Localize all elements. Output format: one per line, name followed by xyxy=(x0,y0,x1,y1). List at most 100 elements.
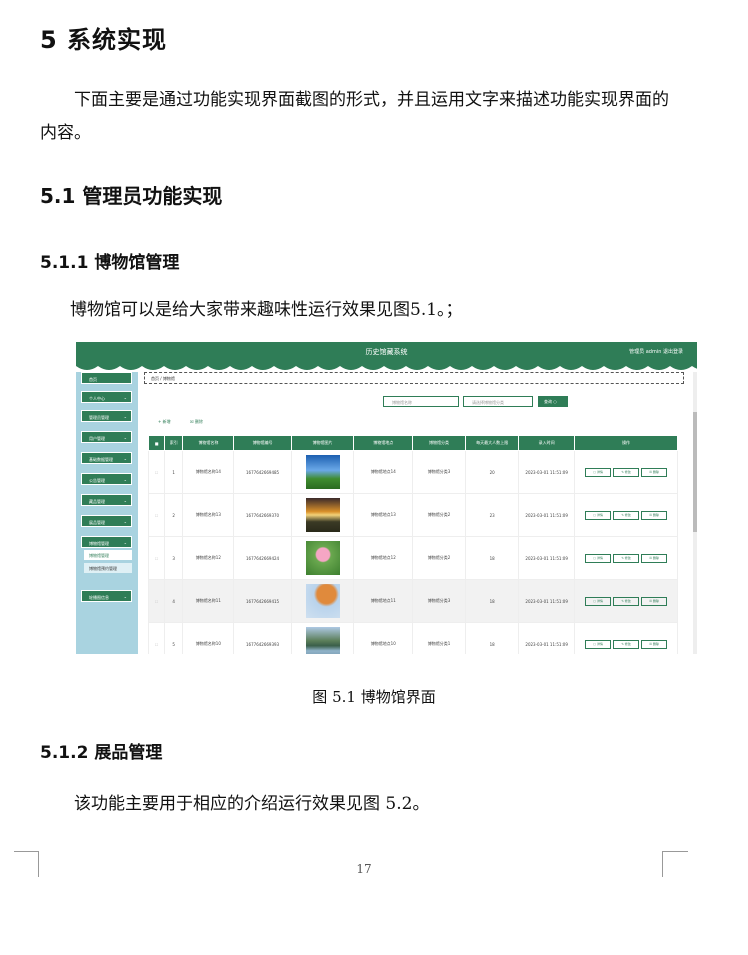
table-cell: 1677642669424 xyxy=(233,536,292,580)
sidebar-item[interactable]: 藏品管理 ⌄ xyxy=(81,494,132,506)
table-cell: 2023-03-01 11:51:09 xyxy=(518,536,576,580)
table-cell: 1677642669415 xyxy=(233,579,292,623)
table-cell: 博物馆地点14 xyxy=(353,450,414,494)
table-cell: 4 xyxy=(164,579,184,623)
main-content: 首页 / 博物馆 博物馆名称 请选择博物馆分类 查询 ○ + 新增 ☒ 删除 ■… xyxy=(138,372,697,654)
figure-caption: 图 5.1 博物馆界面 xyxy=(312,688,436,706)
row-checkbox[interactable]: ☐ xyxy=(147,493,166,537)
delete-row-button[interactable]: ☒ 删除 xyxy=(641,510,668,520)
subsection-title-exhibit: 5.1.2 展品管理 xyxy=(40,743,163,763)
exhibit-paragraph: 该功能主要用于相应的介绍运行效果见图 5.2。 xyxy=(74,794,430,814)
breadcrumb[interactable]: 首页 / 博物馆 xyxy=(144,372,684,384)
chevron-down-icon: ⌄ xyxy=(123,540,127,545)
detail-button[interactable]: ▢ 详情 xyxy=(585,596,612,606)
column-header: 博物馆图片 xyxy=(290,435,355,451)
app-title: 历史馆藏系统 xyxy=(365,348,408,356)
search-name-input[interactable]: 博物馆名称 xyxy=(383,396,459,407)
table-cell: 博物馆名称12 xyxy=(182,536,235,580)
column-header: 录入时间 xyxy=(518,435,576,451)
table-row[interactable]: ☐ 5 博物馆名称10 1677642669393 博物馆地点10 博物馆分类1 18 202… xyxy=(147,622,678,654)
sidebar-subitem[interactable]: 博物馆管理 xyxy=(84,550,132,560)
row-checkbox[interactable]: ☐ xyxy=(147,622,166,654)
edit-button[interactable]: ✎ 修改 xyxy=(613,510,640,520)
museum-screenshot: 历史馆藏系统 管理员 admin 退出登录 首页 个人中心 ⌄ 管理员管理 ⌄ 用户管理 ⌄… xyxy=(76,342,697,654)
table-cell: 博物馆分类3 xyxy=(412,450,467,494)
chevron-down-icon: ⌄ xyxy=(123,456,127,461)
chevron-down-icon: ⌄ xyxy=(123,414,127,419)
sidebar-item[interactable]: 公告管理 ⌄ xyxy=(81,473,132,485)
detail-button[interactable]: ▢ 详情 xyxy=(585,639,612,649)
delete-row-button[interactable]: ☒ 删除 xyxy=(641,639,668,649)
museum-image xyxy=(305,541,340,575)
table-cell: 博物馆地点12 xyxy=(353,536,414,580)
cell-actions: ▢ 详情 ✎ 修改 ☒ 删除 xyxy=(574,622,678,654)
row-checkbox[interactable]: ☐ xyxy=(147,536,166,580)
table-row[interactable]: ☐ 1 博物馆名称14 1677642669485 博物馆地点14 博物馆分类3 20 202… xyxy=(147,450,678,494)
cell-image xyxy=(290,536,355,580)
museum-paragraph: 博物馆可以是给大家带来趣味性运行效果见图5.1。； xyxy=(70,300,463,320)
sidebar-item[interactable]: 博物馆管理 ⌄ xyxy=(81,536,132,548)
sidebar-item[interactable]: 用户管理 ⌄ xyxy=(81,431,132,443)
sidebar-item[interactable]: 轮播图信息 ⌄ xyxy=(81,590,132,602)
add-button[interactable]: + 新增 xyxy=(158,419,171,425)
column-header[interactable]: ■ xyxy=(147,435,166,451)
sidebar: 首页 个人中心 ⌄ 管理员管理 ⌄ 用户管理 ⌄ 基础数据管理 ⌄ 公告管理 ⌄ 藏品管理 ⌄ 展品管理 ⌄… xyxy=(76,372,138,654)
scrollbar[interactable] xyxy=(693,372,697,654)
table-row[interactable]: ☐ 3 博物馆名称12 1677642669424 博物馆地点12 博物馆分类2 18 202… xyxy=(147,536,678,580)
table-cell: 18 xyxy=(465,536,520,580)
column-header: 博物馆名称 xyxy=(182,435,235,451)
sidebar-item[interactable]: 管理员管理 ⌄ xyxy=(81,410,132,422)
table-cell: 博物馆名称13 xyxy=(182,493,235,537)
table-row[interactable]: ☐ 2 博物馆名称13 1677642669370 博物馆地点13 博物馆分类2 23 202… xyxy=(147,493,678,537)
user-info[interactable]: 管理员 admin 退出登录 xyxy=(629,348,683,355)
column-header: 索引 xyxy=(164,435,184,451)
edit-button[interactable]: ✎ 修改 xyxy=(613,639,640,649)
sidebar-item-label: 用户管理 xyxy=(89,436,105,441)
chevron-down-icon: ⌄ xyxy=(123,519,127,524)
row-checkbox[interactable]: ☐ xyxy=(147,579,166,623)
detail-button[interactable]: ▢ 详情 xyxy=(585,467,612,477)
sidebar-item[interactable]: 展品管理 ⌄ xyxy=(81,515,132,527)
sidebar-item[interactable]: 基础数据管理 ⌄ xyxy=(81,452,132,464)
sidebar-item[interactable]: 个人中心 ⌄ xyxy=(81,391,132,403)
delete-row-button[interactable]: ☒ 删除 xyxy=(641,467,668,477)
chapter-title: 5 系统实现 xyxy=(40,26,168,54)
subsection-title-museum: 5.1.1 博物馆管理 xyxy=(40,253,180,273)
chevron-down-icon: ⌄ xyxy=(123,395,127,400)
detail-button[interactable]: ▢ 详情 xyxy=(585,510,612,520)
delete-row-button[interactable]: ☒ 删除 xyxy=(641,553,668,563)
page-number: 17 xyxy=(356,862,372,876)
corner-mark-left xyxy=(14,851,39,852)
sidebar-item-label: 个人中心 xyxy=(89,396,105,401)
table-cell: 2023-03-01 11:51:09 xyxy=(518,622,576,654)
cell-image xyxy=(290,622,355,654)
search-category-select[interactable]: 请选择博物馆分类 xyxy=(463,396,533,407)
query-button[interactable]: 查询 ○ xyxy=(538,396,568,407)
intro-paragraph: 下面主要是通过功能实现界面截图的形式，并且运用文字来描述功能实现界面的内容。 xyxy=(40,90,669,143)
edit-button[interactable]: ✎ 修改 xyxy=(613,596,640,606)
delete-button[interactable]: ☒ 删除 xyxy=(190,419,203,425)
chevron-down-icon: ⌄ xyxy=(123,477,127,482)
sidebar-item-label: 管理员管理 xyxy=(89,415,109,420)
museum-image xyxy=(305,627,340,654)
table-cell: 博物馆地点13 xyxy=(353,493,414,537)
delete-row-button[interactable]: ☒ 删除 xyxy=(641,596,668,606)
table-cell: 18 xyxy=(465,622,520,654)
edit-button[interactable]: ✎ 修改 xyxy=(613,553,640,563)
table-cell: 博物馆分类3 xyxy=(412,579,467,623)
sidebar-subitem[interactable]: 博物馆预约管理 xyxy=(84,563,132,573)
detail-button[interactable]: ▢ 详情 xyxy=(585,553,612,563)
table-cell: 博物馆分类2 xyxy=(412,493,467,537)
chevron-down-icon: ⌄ xyxy=(123,594,127,599)
row-checkbox[interactable]: ☐ xyxy=(147,450,166,494)
table-cell: 1677642669485 xyxy=(233,450,292,494)
section-title: 5.1 管理员功能实现 xyxy=(40,184,223,208)
sidebar-item[interactable]: 首页 xyxy=(81,372,132,384)
edit-button[interactable]: ✎ 修改 xyxy=(613,467,640,477)
table-row[interactable]: ☐ 4 博物馆名称11 1677642669415 博物馆地点11 博物馆分类3 18 202… xyxy=(147,579,678,623)
app-topbar: 历史馆藏系统 管理员 admin 退出登录 xyxy=(76,342,697,364)
column-header: 博物馆地点 xyxy=(353,435,414,451)
table-cell: 20 xyxy=(465,450,520,494)
sidebar-item-label: 首页 xyxy=(89,377,97,382)
museum-table: ■ 索引 博物馆名称 博物馆编号 博物馆图片 博物馆地点 博物馆分类 每天最大人数上限 录入时间… xyxy=(147,435,678,654)
